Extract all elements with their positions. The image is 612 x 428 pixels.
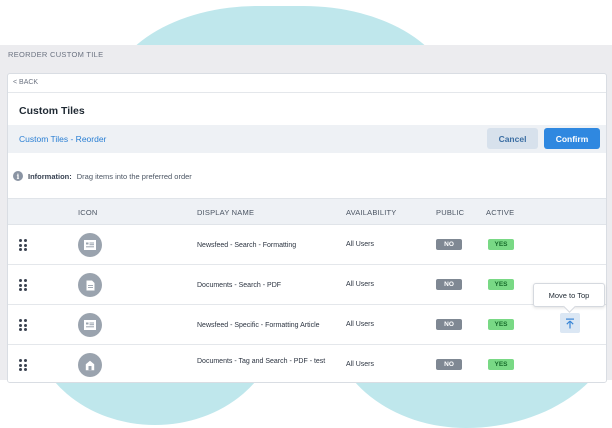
column-header-active: ACTIVE bbox=[486, 208, 515, 217]
drag-handle-icon[interactable] bbox=[19, 279, 28, 291]
table-row[interactable]: Documents - Tag and Search - PDF - test … bbox=[8, 345, 606, 382]
public-badge: NO bbox=[436, 239, 462, 250]
newsfeed-icon bbox=[78, 313, 102, 337]
tile-display-name: Newsfeed - Search - Formatting bbox=[197, 242, 297, 249]
tile-availability: All Users bbox=[346, 241, 375, 248]
information-label: Information: bbox=[28, 171, 72, 181]
divider bbox=[8, 92, 606, 93]
reorder-window: REORDER CUSTOM TILE < BACK Custom Tiles … bbox=[0, 45, 612, 383]
information-banner: i Information: Drag items into the prefe… bbox=[13, 170, 192, 182]
move-to-top-button[interactable] bbox=[560, 313, 580, 333]
table-row[interactable]: Newsfeed - Search - Formatting All Users… bbox=[8, 225, 606, 265]
move-to-top-icon bbox=[566, 318, 574, 328]
column-header-public: PUBLIC bbox=[436, 208, 465, 217]
document-icon bbox=[78, 273, 102, 297]
public-badge: NO bbox=[436, 359, 462, 370]
tile-availability: All Users bbox=[346, 321, 375, 328]
tile-availability: All Users bbox=[346, 281, 375, 288]
drag-handle-icon[interactable] bbox=[19, 239, 28, 251]
table-header: ICON DISPLAY NAME AVAILABILITY PUBLIC AC… bbox=[8, 198, 606, 225]
column-header-display-name: DISPLAY NAME bbox=[197, 208, 255, 217]
back-link[interactable]: < BACK bbox=[13, 79, 38, 86]
column-header-availability: AVAILABILITY bbox=[346, 208, 397, 217]
window-title: REORDER CUSTOM TILE bbox=[8, 50, 104, 59]
public-badge: NO bbox=[436, 279, 462, 290]
subheader-bar: Custom Tiles - Reorder Cancel Confirm bbox=[8, 125, 606, 153]
information-text: Drag items into the preferred order bbox=[76, 171, 192, 181]
newsfeed-icon bbox=[78, 233, 102, 257]
active-badge: YES bbox=[488, 319, 514, 330]
document-tag-icon bbox=[78, 353, 102, 377]
tile-display-name: Newsfeed - Specific - Formatting Article bbox=[197, 322, 320, 329]
public-badge: NO bbox=[436, 319, 462, 330]
table-row[interactable]: Documents - Search - PDF All Users NO YE… bbox=[8, 265, 606, 305]
tile-display-name: Documents - Search - PDF bbox=[197, 282, 282, 289]
table-row[interactable]: Newsfeed - Specific - Formatting Article… bbox=[8, 305, 606, 345]
confirm-button[interactable]: Confirm bbox=[544, 128, 600, 149]
page-title: Custom Tiles bbox=[19, 105, 85, 117]
reorder-panel: < BACK Custom Tiles Custom Tiles - Reord… bbox=[7, 73, 607, 383]
active-badge: YES bbox=[488, 279, 514, 290]
drag-handle-icon[interactable] bbox=[19, 359, 28, 371]
breadcrumb[interactable]: Custom Tiles - Reorder bbox=[19, 134, 106, 144]
cancel-button[interactable]: Cancel bbox=[487, 128, 538, 149]
move-to-top-tooltip: Move to Top bbox=[533, 283, 605, 307]
active-badge: YES bbox=[488, 239, 514, 250]
info-icon: i bbox=[13, 171, 23, 181]
drag-handle-icon[interactable] bbox=[19, 319, 28, 331]
tile-display-name: Documents - Tag and Search - PDF - test bbox=[197, 358, 326, 365]
column-header-icon: ICON bbox=[78, 208, 98, 217]
tile-availability: All Users bbox=[346, 361, 375, 368]
active-badge: YES bbox=[488, 359, 514, 370]
